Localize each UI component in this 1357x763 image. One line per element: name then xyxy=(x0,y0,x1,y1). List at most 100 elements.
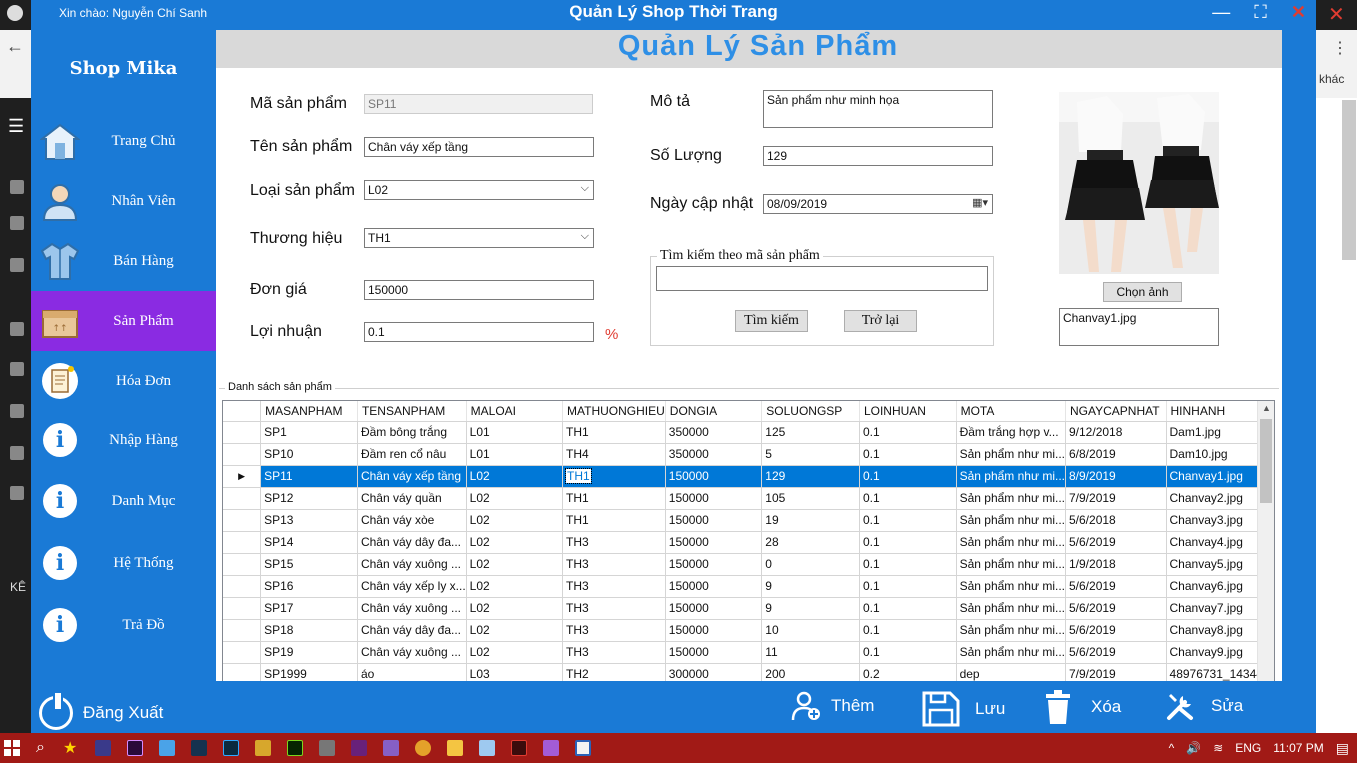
table-cell[interactable]: SP16 xyxy=(260,575,358,598)
settings-app-icon[interactable] xyxy=(319,740,336,756)
row-header[interactable] xyxy=(223,619,262,642)
tray-chevron-icon[interactable]: ^ xyxy=(1169,741,1175,755)
table-cell[interactable]: 150000 xyxy=(665,575,763,598)
table-cell[interactable]: SP10 xyxy=(260,443,358,466)
table-cell[interactable]: TH2 xyxy=(562,663,666,681)
table-cell[interactable]: 150000 xyxy=(665,509,763,532)
table-cell[interactable]: Chân váy xếp tầng xyxy=(357,465,467,488)
photoshop-icon[interactable] xyxy=(223,740,240,756)
table-cell[interactable]: 0.1 xyxy=(859,553,957,576)
table-cell[interactable]: Sản phẩm như mi... xyxy=(956,531,1067,554)
profit-field[interactable]: 0.1 xyxy=(364,322,594,342)
row-header[interactable] xyxy=(223,575,262,598)
table-cell[interactable]: 5 xyxy=(761,443,860,466)
table-cell[interactable]: Chân váy dây đa... xyxy=(357,531,467,554)
table-cell[interactable]: TH3 xyxy=(562,597,666,620)
table-cell[interactable]: Sản phẩm như mi... xyxy=(956,509,1067,532)
sidebar-item-nhan-vien[interactable]: Nhân Viên xyxy=(31,171,216,231)
column-header[interactable]: MASANPHAM xyxy=(260,401,358,422)
table-row[interactable]: SP17 Chân váy xuông ... L02 TH3 150000 9 0.1 Sả… xyxy=(223,597,1274,620)
close-icon[interactable]: ✕ xyxy=(1291,2,1306,23)
table-cell[interactable]: 150000 xyxy=(665,597,763,620)
library-nav-icon[interactable] xyxy=(10,322,24,336)
table-cell[interactable]: 19 xyxy=(761,509,860,532)
calendar-icon[interactable]: ▦▾ xyxy=(972,196,988,209)
table-cell[interactable]: SP1 xyxy=(260,421,358,444)
table-cell[interactable]: 125 xyxy=(761,421,860,444)
logout-button[interactable]: Đăng Xuất xyxy=(39,693,163,730)
table-cell[interactable]: TH1 xyxy=(562,487,666,510)
visual-studio-icon[interactable] xyxy=(351,740,368,756)
wifi-icon[interactable]: ≋ xyxy=(1213,741,1223,755)
table-cell[interactable]: 0.1 xyxy=(859,575,957,598)
back-arrow-icon[interactable]: ← xyxy=(6,36,24,57)
windows-start-icon[interactable] xyxy=(4,740,20,756)
table-cell[interactable]: 0.1 xyxy=(859,443,957,466)
table-cell[interactable]: Sản phẩm như mi... xyxy=(956,597,1067,620)
table-cell[interactable]: 1/9/2018 xyxy=(1065,553,1167,576)
row-header[interactable] xyxy=(223,487,262,510)
table-cell[interactable]: áo xyxy=(357,663,467,681)
table-row[interactable]: ▶ SP11 Chân váy xếp tầng L02 TH1 150000 129 0.1… xyxy=(223,465,1274,488)
table-cell[interactable]: L02 xyxy=(466,487,564,510)
table-cell[interactable]: L02 xyxy=(466,553,564,576)
product-name-field[interactable]: Chân váy xếp tầng xyxy=(364,137,594,157)
later-nav-icon[interactable] xyxy=(10,446,24,460)
table-cell[interactable]: SP19 xyxy=(260,641,358,664)
notification-icon[interactable]: ▤ xyxy=(1336,740,1349,757)
clock[interactable]: 11:07 PM xyxy=(1273,741,1323,755)
visual-studio-3-icon[interactable] xyxy=(543,740,560,756)
column-header[interactable]: NGAYCAPNHAT xyxy=(1065,401,1167,422)
table-cell[interactable]: TH1 xyxy=(562,465,666,488)
table-row[interactable]: SP1999 áo L03 TH2 300000 200 0.2 dep 7/9/2019 489… xyxy=(223,663,1274,681)
sidebar-item-nhap-hang[interactable]: i Nhập Hàng xyxy=(31,410,216,470)
back-button[interactable]: Trở lại xyxy=(844,310,917,332)
description-field[interactable]: Sản phẩm như minh họa xyxy=(763,90,993,128)
table-cell[interactable]: L02 xyxy=(466,597,564,620)
column-header[interactable]: LOINHUAN xyxy=(859,401,957,422)
column-header[interactable]: MATHUONGHIEU xyxy=(562,401,666,422)
table-cell[interactable]: 150000 xyxy=(665,641,763,664)
table-row[interactable]: SP15 Chân váy xuông ... L02 TH3 150000 0 0.1 Sả… xyxy=(223,553,1274,576)
row-header[interactable] xyxy=(223,421,262,444)
table-cell[interactable]: 7/9/2019 xyxy=(1065,487,1167,510)
table-cell[interactable]: 150000 xyxy=(665,553,763,576)
table-cell[interactable]: Chân váy quần xyxy=(357,487,467,510)
box-app-icon[interactable] xyxy=(479,740,496,756)
table-cell[interactable]: L01 xyxy=(466,443,564,466)
table-cell[interactable]: 6/8/2019 xyxy=(1065,443,1167,466)
liked-nav-icon[interactable] xyxy=(10,486,24,500)
table-cell[interactable]: Sản phẩm như mi... xyxy=(956,619,1067,642)
table-cell[interactable]: 5/6/2019 xyxy=(1065,619,1167,642)
table-cell[interactable]: SP14 xyxy=(260,531,358,554)
game-app-icon[interactable] xyxy=(511,740,528,756)
table-cell[interactable]: Chân váy xuông ... xyxy=(357,597,467,620)
search-icon[interactable]: ⌕ xyxy=(36,739,45,757)
table-cell[interactable]: SP17 xyxy=(260,597,358,620)
row-header[interactable] xyxy=(223,443,262,466)
sidebar-item-san-pham[interactable]: ↑↑ Sản Phẩm xyxy=(31,291,216,351)
table-cell[interactable]: TH1 xyxy=(562,509,666,532)
row-header[interactable] xyxy=(223,531,262,554)
table-cell[interactable]: 150000 xyxy=(665,487,763,510)
table-row[interactable]: SP10 Đầm ren cổ nâu L01 TH4 350000 5 0.1 Sản ph… xyxy=(223,443,1274,466)
sidebar-item-he-thong[interactable]: i Hệ Thống xyxy=(31,533,216,593)
browser-close-icon[interactable]: ✕ xyxy=(1328,2,1345,27)
table-row[interactable]: SP13 Chân váy xòe L02 TH1 150000 19 0.1 Sản phẩ… xyxy=(223,509,1274,532)
table-cell[interactable]: TH4 xyxy=(562,443,666,466)
table-cell[interactable]: 5/6/2019 xyxy=(1065,597,1167,620)
table-cell[interactable]: 0.1 xyxy=(859,619,957,642)
sidebar-item-trang-chu[interactable]: Trang Chủ xyxy=(31,111,216,171)
table-cell[interactable]: 150000 xyxy=(665,465,763,488)
github-icon[interactable] xyxy=(7,5,23,21)
table-cell[interactable]: L02 xyxy=(466,509,564,532)
table-cell[interactable]: 0.1 xyxy=(859,487,957,510)
maximize-icon[interactable]: ⛶ xyxy=(1254,2,1267,23)
subscriptions-nav-icon[interactable] xyxy=(10,258,24,272)
table-cell[interactable]: 0.1 xyxy=(859,531,957,554)
videos-nav-icon[interactable] xyxy=(10,404,24,418)
browser-scrollbar[interactable] xyxy=(1342,100,1356,260)
menu-icon[interactable]: ☰ xyxy=(8,116,24,137)
table-cell[interactable]: L01 xyxy=(466,421,564,444)
table-cell[interactable]: 9 xyxy=(761,597,860,620)
